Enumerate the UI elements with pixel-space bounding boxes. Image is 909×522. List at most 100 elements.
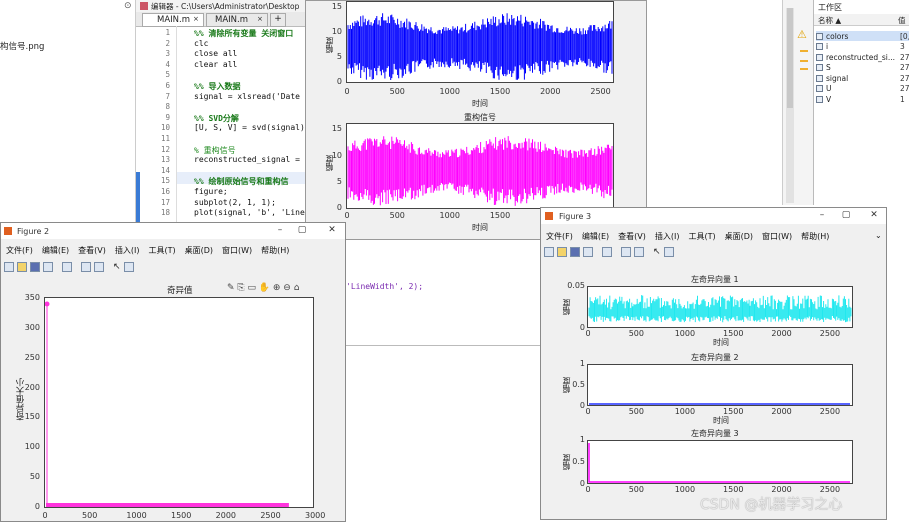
code-line: %% 清除所有变量 关闭窗口 xyxy=(194,29,294,38)
close-button[interactable]: ✕ xyxy=(323,223,341,237)
scrollbar[interactable] xyxy=(786,8,794,203)
menu-item[interactable]: 文件(F) xyxy=(546,231,573,242)
add-tab-button[interactable]: + xyxy=(270,13,286,27)
property-icon[interactable] xyxy=(123,262,134,272)
code-fragment: 'LineWidth', 2); xyxy=(346,282,424,291)
legend-icon[interactable] xyxy=(94,262,104,272)
code-line: reconstructed_signal = xyxy=(194,155,305,165)
subplot-plot xyxy=(588,443,850,483)
tab-main-2[interactable]: MAIN.m × xyxy=(206,13,268,27)
workspace-title: 工作区 xyxy=(818,3,842,12)
new-icon[interactable] xyxy=(544,247,554,257)
code-line: clc xyxy=(194,38,209,48)
y-tick-label: 15 xyxy=(331,2,342,11)
warning-mark[interactable] xyxy=(800,50,808,52)
close-icon[interactable]: × xyxy=(257,15,263,23)
workspace-var[interactable]: V1 xyxy=(816,94,909,104)
minimize-button[interactable]: – xyxy=(813,208,831,222)
pointer-icon[interactable]: ↖ xyxy=(653,247,661,257)
menu-item[interactable]: 桌面(D) xyxy=(725,231,753,242)
subplot-title: 左奇异向量 3 xyxy=(691,429,739,438)
print-icon[interactable] xyxy=(43,262,53,272)
figure-3-menubar: 文件(F) 编辑(E) 查看(V) 插入(I) 工具(T) 桌面(D) 窗口(W) 帮助(H) xyxy=(541,231,886,242)
menu-item[interactable]: 查看(V) xyxy=(78,245,106,256)
x-tick-label: 1000 xyxy=(439,87,460,96)
print-icon[interactable] xyxy=(583,247,593,257)
menu-item[interactable]: 编辑(E) xyxy=(42,245,69,256)
col-value[interactable]: 值 xyxy=(898,15,906,26)
x-tick-label: 2000 xyxy=(771,407,792,416)
colorbar-icon[interactable] xyxy=(621,247,631,257)
menu-item[interactable]: 工具(T) xyxy=(688,231,715,242)
menu-item[interactable]: 编辑(E) xyxy=(582,231,609,242)
y-tick-label: 0.05 xyxy=(567,281,585,290)
workspace-var[interactable]: colors [0,1 xyxy=(816,31,909,41)
workspace-var[interactable]: reconstructed_si... 273 xyxy=(816,52,909,62)
save-icon[interactable] xyxy=(30,262,40,272)
maximize-button[interactable]: ▢ xyxy=(293,223,311,237)
line-number: 17 xyxy=(160,197,170,207)
x-tick-label: 0 xyxy=(585,485,591,494)
menu-item[interactable]: 帮助(H) xyxy=(261,245,289,256)
x-tick-label: 0 xyxy=(585,329,591,338)
figure-3-titlebar: Figure 3 – ▢ ✕ xyxy=(541,208,886,224)
pointer-icon[interactable]: ↖ xyxy=(113,262,121,272)
x-tick-label: 500 xyxy=(628,407,644,416)
col-name[interactable]: 名称 ▲ xyxy=(818,15,841,26)
code-area[interactable]: 1 %% 清除所有变量 关闭窗口 2 clc 3 close all 4 clear all 5… xyxy=(136,28,308,228)
menu-item[interactable]: 插入(I) xyxy=(115,245,140,256)
workspace-var[interactable]: U 273 xyxy=(816,84,909,94)
panel-options-icon[interactable]: ⊙ xyxy=(124,1,132,11)
y-tick-label: 0 xyxy=(34,502,40,511)
new-icon[interactable] xyxy=(4,262,14,272)
save-icon[interactable] xyxy=(570,247,580,257)
watermark: CSDN @机器学习之心 xyxy=(700,497,843,513)
y-tick-label: 5 xyxy=(336,52,342,61)
y-tick-label: 0.5 xyxy=(572,380,585,389)
var-name: colors xyxy=(826,31,849,41)
x-tick-label: 2500 xyxy=(260,511,281,520)
var-value: 273 xyxy=(900,52,909,62)
file-item[interactable]: 构信号.png xyxy=(0,40,44,52)
singular-values-plot xyxy=(44,301,289,507)
legend-icon[interactable] xyxy=(634,247,644,257)
warning-mark[interactable] xyxy=(800,60,808,62)
axes-toolbar: ✎ ⎘ ▭ ✋ ⊕ ⊖ ⌂ xyxy=(227,283,300,293)
property-icon[interactable] xyxy=(663,247,674,257)
menu-item[interactable]: 文件(F) xyxy=(6,245,33,256)
workspace-var[interactable]: signal 273 xyxy=(816,73,909,83)
menu-item[interactable]: 查看(V) xyxy=(618,231,646,242)
colorbar-icon[interactable] xyxy=(81,262,91,272)
x-tick-label: 2000 xyxy=(540,87,561,96)
open-icon[interactable] xyxy=(557,247,567,257)
link-icon[interactable] xyxy=(602,247,612,257)
menu-item[interactable]: 帮助(H) xyxy=(801,231,829,242)
warning-mark[interactable] xyxy=(800,68,808,70)
close-icon[interactable]: × xyxy=(193,15,199,23)
singular-values-axes xyxy=(44,297,314,508)
file-panel: ⊙ 构信号.png xyxy=(0,0,136,225)
variable-icon xyxy=(816,32,823,40)
code-line: clear all xyxy=(194,59,238,69)
menu-item[interactable]: 工具(T) xyxy=(148,245,175,256)
workspace-var[interactable]: S 273 xyxy=(816,63,909,73)
minimize-button[interactable]: – xyxy=(271,223,289,237)
menu-item[interactable]: 桌面(D) xyxy=(185,245,213,256)
code-line: figure; xyxy=(194,187,228,196)
maximize-button[interactable]: ▢ xyxy=(837,208,855,222)
code-line: subplot(2, 1, 1); xyxy=(194,197,276,207)
menu-item[interactable]: 窗口(W) xyxy=(222,245,252,256)
menu-item[interactable]: 插入(I) xyxy=(655,231,680,242)
link-icon[interactable] xyxy=(62,262,72,272)
close-button[interactable]: ✕ xyxy=(865,208,883,222)
workspace-var[interactable]: i3 xyxy=(816,42,909,52)
subplot-plot xyxy=(588,295,852,323)
variable-icon xyxy=(816,43,823,50)
warning-icon[interactable]: ⚠ xyxy=(797,28,807,41)
tab-main-1[interactable]: MAIN.m × xyxy=(142,13,204,27)
figure-2-title: Figure 2 xyxy=(17,226,50,236)
menu-item[interactable]: 窗口(W) xyxy=(762,231,792,242)
var-name: i xyxy=(826,42,829,51)
line-number: 2 xyxy=(165,38,170,48)
open-icon[interactable] xyxy=(17,262,27,272)
